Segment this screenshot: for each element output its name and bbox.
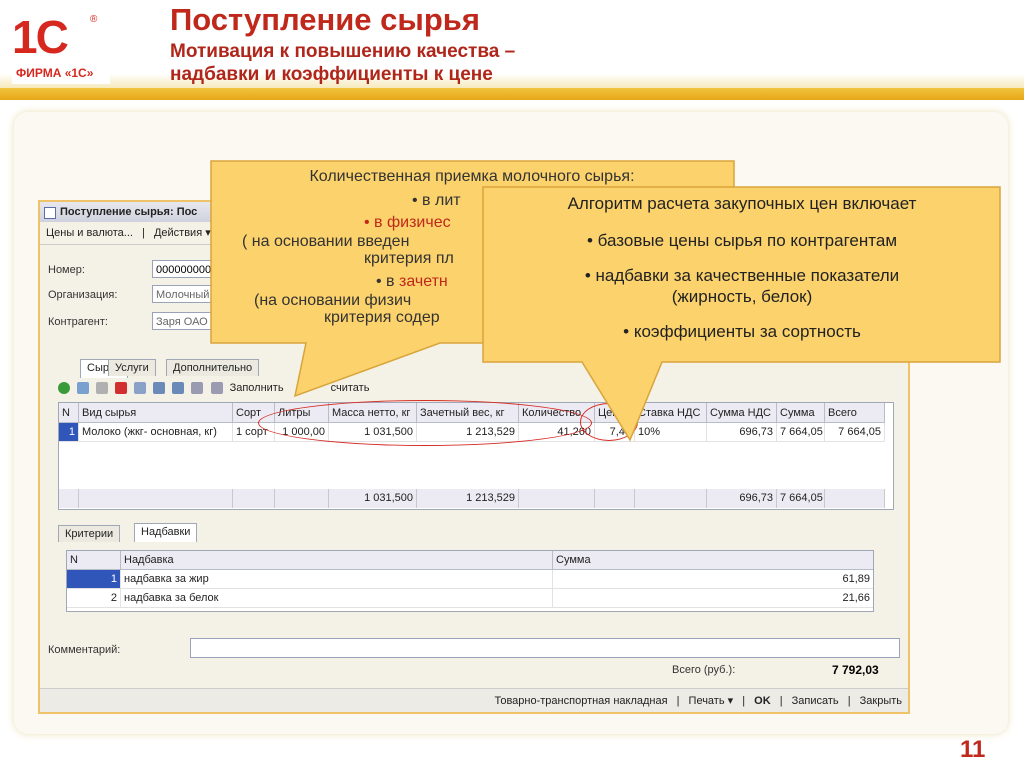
organization-label: Организация: — [48, 289, 118, 301]
menu-prices-currency[interactable]: Цены и валюта... — [46, 227, 133, 239]
totals-cell — [275, 489, 329, 508]
callout-1-heading: Количественная приемка молочного сырья: — [309, 168, 635, 185]
allowances-table[interactable]: N Надбавка Сумма 1 надбавка за жир 61,89… — [66, 550, 874, 612]
subtitle-line-2: надбавки и коэффициенты к цене — [170, 64, 493, 85]
callout-2-item-3: • коэффициенты за сортность — [623, 322, 861, 341]
callout-1-item-3-text: зачетн — [399, 273, 448, 290]
print-button[interactable]: Печать ▾ — [689, 695, 734, 707]
add-icon[interactable] — [58, 382, 70, 395]
contractor-field[interactable]: Заря ОАО — [152, 312, 216, 330]
delete-icon[interactable] — [115, 382, 128, 395]
totals-cell: 1 031,500 — [329, 489, 417, 508]
totals-cell — [79, 489, 233, 508]
totals-cell — [635, 489, 707, 508]
totals-cell — [825, 489, 885, 508]
totals-cell — [233, 489, 275, 508]
total-value: 7 792,03 — [832, 663, 879, 677]
copy-icon[interactable] — [77, 382, 90, 395]
table-row-sum[interactable]: 21,66 — [553, 589, 873, 608]
separator: | — [742, 695, 746, 707]
organization-field[interactable]: Молочный — [152, 285, 216, 303]
logo-mark: 1С — [12, 11, 69, 63]
callout-2-item-2-detail: (жирность, белок) — [671, 287, 813, 306]
ok-button[interactable]: OK — [754, 695, 771, 707]
separator: | — [847, 695, 851, 707]
comment-field[interactable] — [190, 638, 900, 658]
number-label: Номер: — [48, 264, 85, 276]
col-n: N — [67, 551, 121, 570]
subtitle-line-1: Мотивация к повышению качества – — [170, 41, 516, 62]
table-row-sum[interactable]: 61,89 — [553, 570, 873, 589]
form-command-bar: Товарно-транспортная накладная | Печать … — [40, 688, 908, 712]
ttn-button[interactable]: Товарно-транспортная накладная — [494, 695, 667, 707]
menu-actions[interactable]: Действия ▾ — [154, 227, 211, 239]
close-button[interactable]: Закрыть — [860, 695, 902, 707]
totals-cell — [519, 489, 595, 508]
menu-separator: | — [142, 227, 145, 239]
totals-cell — [59, 489, 79, 508]
table-row-name[interactable]: надбавка за жир — [121, 570, 553, 589]
col-allowance: Надбавка — [121, 551, 553, 570]
callout-2-item-1: • базовые цены сырья по контрагентам — [586, 231, 898, 250]
callout-2-item-2: • надбавки за качественные показатели — [584, 266, 900, 285]
contractor-label: Контрагент: — [48, 316, 108, 328]
col-n: N — [59, 403, 79, 423]
slide-title: Поступление сырья — [170, 2, 480, 37]
header-stripe — [0, 88, 1024, 100]
move-down-icon[interactable] — [172, 382, 185, 395]
table-row-name[interactable]: надбавка за белок — [121, 589, 553, 608]
number-field[interactable]: 0000000000 — [152, 260, 216, 278]
callout-2-text: Алгоритм расчета закупочных цен включает… — [484, 193, 1000, 342]
totals-cell: 696,73 — [707, 489, 777, 508]
callout-1-bullet: • в — [376, 273, 399, 290]
tab-criteria[interactable]: Критерии — [58, 525, 121, 542]
logo: 1С ® ФИРМА «1С» — [12, 12, 110, 84]
separator: | — [779, 695, 783, 707]
end-edit-icon[interactable] — [134, 382, 147, 395]
totals-cell: 1 213,529 — [417, 489, 519, 508]
edit-icon[interactable] — [96, 382, 109, 395]
separator: | — [676, 695, 680, 707]
col-kind: Вид сырья — [79, 403, 233, 423]
move-up-icon[interactable] — [153, 382, 166, 395]
callout-2-heading: Алгоритм расчета закупочных цен включает — [567, 194, 917, 213]
table-row-cell[interactable]: 1 — [59, 423, 79, 442]
tab-services[interactable]: Услуги — [108, 359, 156, 376]
comment-label: Комментарий: — [48, 644, 121, 656]
logo-text: ФИРМА «1С» — [16, 66, 94, 80]
tab-allowances[interactable]: Надбавки — [134, 523, 198, 542]
slide-subtitle: Мотивация к повышению качества – надбавк… — [170, 40, 515, 86]
document-icon — [44, 207, 56, 219]
logo-registered: ® — [90, 14, 98, 25]
sort-asc-icon[interactable] — [191, 382, 204, 395]
page-number: 11 — [960, 736, 986, 763]
totals-cell: 7 664,05 — [777, 489, 825, 508]
save-button[interactable]: Записать — [792, 695, 839, 707]
table-row-cell[interactable]: Молоко (жкг- основная, кг) — [79, 423, 233, 442]
total-label: Всего (руб.): — [672, 664, 736, 676]
table-row-n[interactable]: 1 — [67, 570, 121, 589]
table-row-n[interactable]: 2 — [67, 589, 121, 608]
col-sum: Сумма — [553, 551, 873, 570]
totals-cell — [595, 489, 635, 508]
